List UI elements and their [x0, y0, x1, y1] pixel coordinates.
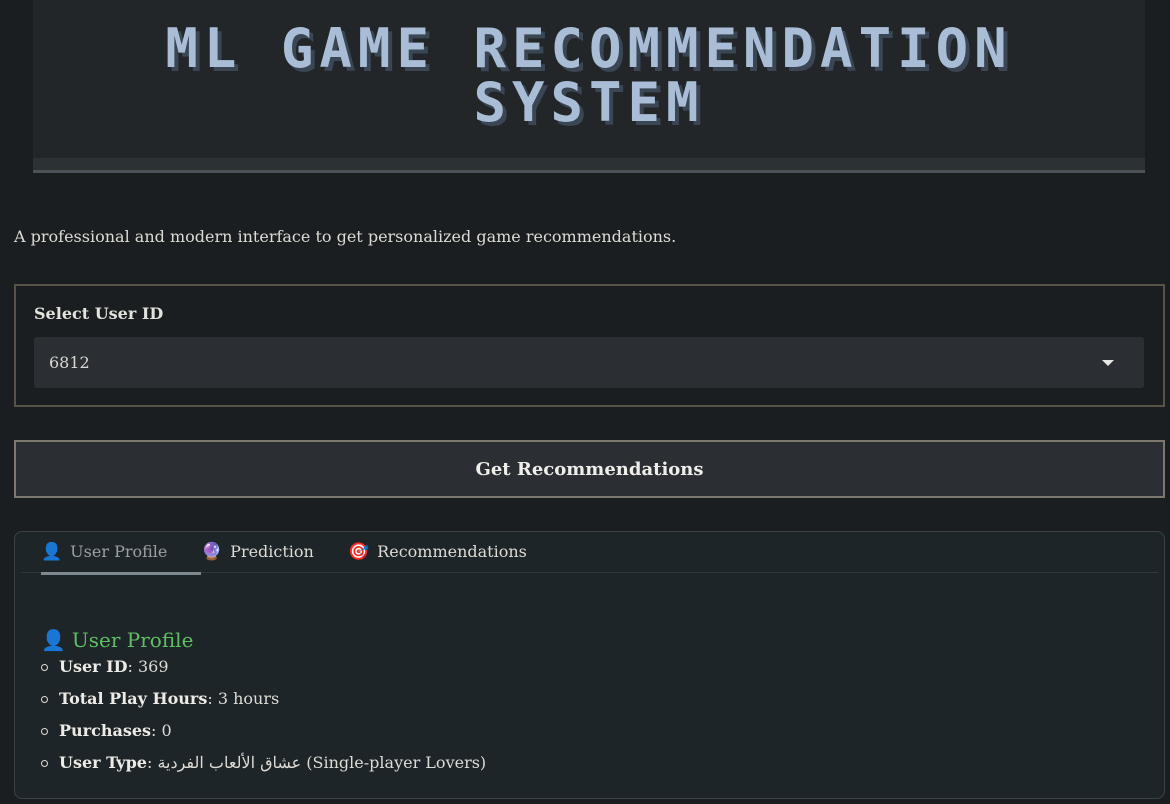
list-item: Purchases: 0: [41, 718, 486, 750]
app-title-line2: SYSTEM: [473, 71, 705, 134]
profile-key-user-id: User ID: [59, 657, 128, 676]
profile-value-user-type: : عشاق الألعاب الفردية (Single-player Lo…: [146, 753, 487, 772]
tab-user-profile[interactable]: 👤 User Profile: [41, 542, 201, 575]
tab-prediction-label: Prediction: [230, 542, 314, 561]
list-item: Total Play Hours: 3 hours: [41, 686, 486, 718]
profile-value-purchases: : 0: [151, 721, 172, 740]
user-icon: 👤: [41, 542, 63, 562]
app-title-line1: ML GAME RECOMMENDATION: [165, 17, 1013, 80]
tab-recommendations-label: Recommendations: [377, 542, 527, 561]
results-tabs-panel: 👤 User Profile 🔮 Prediction 🎯 Recommenda…: [14, 531, 1165, 799]
target-icon: 🎯: [348, 542, 370, 562]
tab-prediction[interactable]: 🔮 Prediction: [201, 542, 314, 572]
page-subtitle: A professional and modern interface to g…: [14, 227, 677, 246]
list-item: User Type: عشاق الألعاب الفردية (Single-…: [41, 750, 486, 782]
profile-value-user-id: : 369: [127, 657, 169, 676]
chevron-down-icon[interactable]: [1102, 360, 1114, 366]
user-id-select[interactable]: 6812: [34, 337, 1144, 388]
profile-heading-text: User Profile: [71, 628, 194, 652]
profile-details-list: User ID: 369 Total Play Hours: 3 hours P…: [41, 654, 486, 782]
header-divider: [33, 158, 1145, 173]
tab-user-profile-label: User Profile: [70, 542, 168, 561]
profile-key-play-hours: Total Play Hours: [59, 689, 208, 708]
profile-key-user-type: User Type: [59, 753, 147, 772]
user-id-select-value: 6812: [49, 353, 90, 372]
crystal-ball-icon: 🔮: [201, 542, 223, 562]
get-recommendations-button[interactable]: Get Recommendations: [14, 440, 1165, 498]
tab-recommendations[interactable]: 🎯 Recommendations: [348, 542, 527, 572]
user-icon: 👤: [41, 628, 66, 652]
profile-value-play-hours: : 3 hours: [207, 689, 280, 708]
list-item: User ID: 369: [41, 654, 486, 686]
user-select-label: Select User ID: [34, 304, 164, 323]
tab-bar: 👤 User Profile 🔮 Prediction 🎯 Recommenda…: [21, 532, 1158, 575]
profile-heading: 👤 User Profile: [41, 628, 193, 652]
app-title: ML GAME RECOMMENDATION SYSTEM: [33, 22, 1145, 130]
profile-key-purchases: Purchases: [59, 721, 152, 740]
